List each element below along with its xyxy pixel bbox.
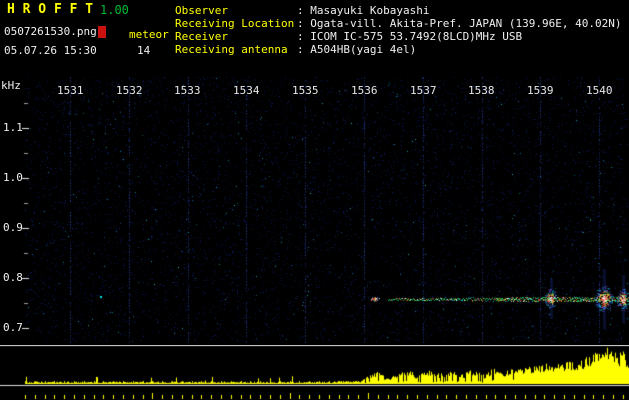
info-row-receiver: Receiver : ICOM IC-575 53.7492(8LCD)MHz … xyxy=(175,30,622,43)
time-tick-label: 1535 xyxy=(292,84,319,97)
freq-tick-label: 0.8 xyxy=(3,271,23,284)
observation-datetime: 05.07.26 15:30 xyxy=(4,44,97,57)
freq-tick-label: 0.9 xyxy=(3,221,23,234)
station-info: Observer : Masayuki Kobayashi Receiving … xyxy=(175,4,622,56)
info-label: Receiver xyxy=(175,30,228,43)
info-value: : Ogata-vill. Akita-Pref. JAPAN (139.96E… xyxy=(297,17,622,30)
output-filename: 0507261530.png xyxy=(4,25,97,38)
app-title: H R O F F T xyxy=(7,2,94,17)
time-tick-label: 1536 xyxy=(351,84,378,97)
info-row-location: Receiving Location : Ogata-vill. Akita-P… xyxy=(175,17,622,30)
record-indicator xyxy=(98,26,106,38)
spectrogram-plot xyxy=(0,75,629,345)
time-tick-label: 1540 xyxy=(586,84,613,97)
freq-tick-label: 1.1 xyxy=(3,121,23,134)
freq-tick-label: 1.0 xyxy=(3,171,23,184)
time-tick-label: 1538 xyxy=(468,84,495,97)
time-tick-label: 1531 xyxy=(57,84,84,97)
time-tick-label: 1533 xyxy=(174,84,201,97)
signal-level-plot xyxy=(0,345,629,400)
info-row-observer: Observer : Masayuki Kobayashi xyxy=(175,4,622,17)
meteor-count-value: 14 xyxy=(137,44,151,57)
info-row-antenna: Receiving antenna : A504HB(yagi 4el) xyxy=(175,43,622,56)
hrofft-window: { "header": { "app_title": "H R O F F T"… xyxy=(0,0,629,400)
info-value: : A504HB(yagi 4el) xyxy=(297,43,417,56)
meteor-count-label: meteor xyxy=(129,28,169,41)
info-value: : ICOM IC-575 53.7492(8LCD)MHz USB xyxy=(297,30,523,43)
info-label: Observer xyxy=(175,4,228,17)
time-tick-label: 1532 xyxy=(116,84,143,97)
freq-axis-unit: kHz xyxy=(1,79,21,92)
info-label: Receiving antenna xyxy=(175,43,288,56)
app-version: 1.00 xyxy=(100,3,129,17)
time-tick-label: 1537 xyxy=(410,84,437,97)
time-tick-label: 1534 xyxy=(233,84,260,97)
info-label: Receiving Location xyxy=(175,17,295,30)
info-value: : Masayuki Kobayashi xyxy=(297,4,430,17)
time-tick-label: 1539 xyxy=(527,84,554,97)
freq-tick-label: 0.7 xyxy=(3,321,23,334)
